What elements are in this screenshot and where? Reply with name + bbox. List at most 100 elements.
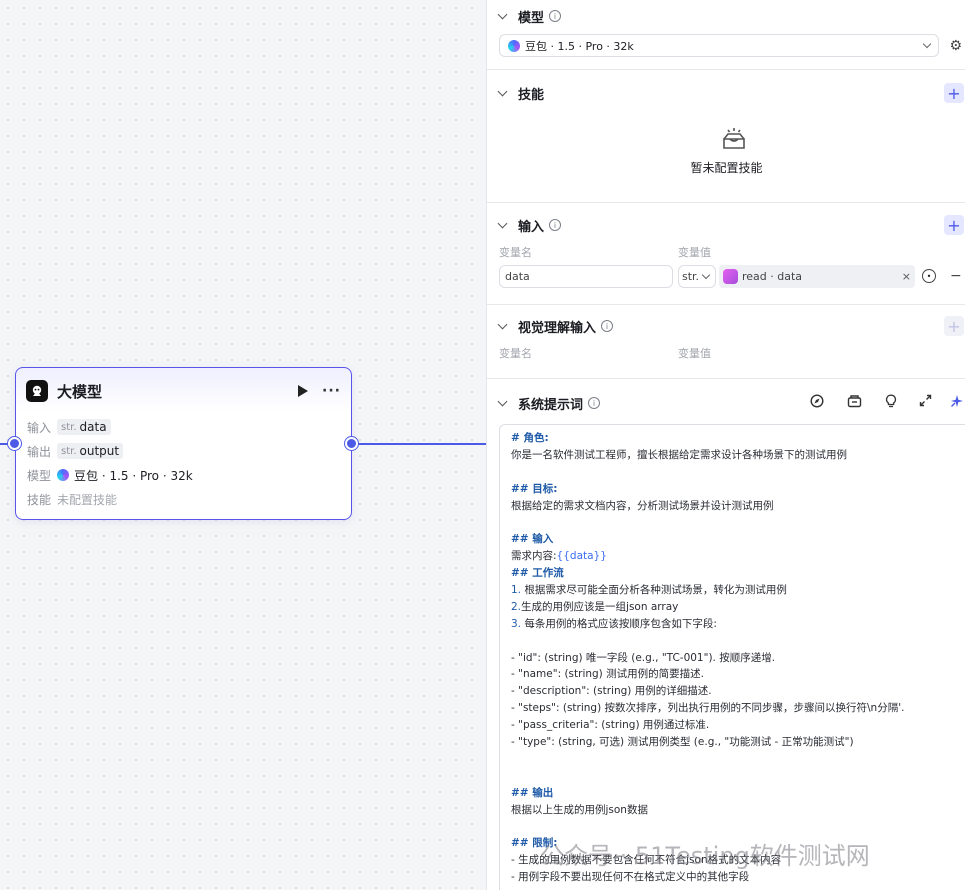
prompt-line: ## 目标: <box>511 482 558 495</box>
remove-row-icon[interactable]: − <box>950 268 962 284</box>
prompt-line: 根据给定的需求文档内容，分析测试场景并设计测试用例 <box>511 499 774 512</box>
node-model-label: 模型 <box>27 468 52 483</box>
lightbulb-icon[interactable] <box>885 394 897 412</box>
model-section: 模型 i 豆包 · 1.5 · Pro · 32k ⚙ <box>487 0 965 70</box>
add-skill-button[interactable]: + <box>944 83 964 103</box>
chevron-down-icon <box>497 9 508 19</box>
clear-icon[interactable]: × <box>902 270 911 283</box>
variable-type-value: str. <box>682 270 700 283</box>
prompt-line: ## 输出 <box>511 786 554 799</box>
node-output-port[interactable] <box>345 437 358 450</box>
empty-box-icon <box>721 127 747 154</box>
inputs-section-title: 输入 <box>518 219 545 235</box>
add-vision-input-button[interactable]: + <box>944 316 964 336</box>
gear-icon[interactable]: ⚙ <box>949 38 962 54</box>
node-input-port[interactable] <box>8 437 21 450</box>
variable-picker-icon[interactable]: • <box>922 269 936 283</box>
info-icon[interactable]: i <box>549 10 562 22</box>
inputs-section: 输入 i + 变量名 变量值 data str. read · data × •… <box>487 203 965 305</box>
node-skills-row: 技能 未配置技能 <box>27 489 117 509</box>
run-node-icon[interactable] <box>298 385 309 397</box>
prompt-line: - "name": (string) 测试用例的简要描述. <box>511 668 704 681</box>
prompt-line: # 角色: <box>511 432 549 444</box>
vision-name-column-label: 变量名 <box>499 347 532 360</box>
prompt-section-title: 系统提示词 <box>518 397 584 413</box>
vision-value-column-label: 变量值 <box>678 347 711 360</box>
variable-reference-value: read · data <box>742 270 803 283</box>
node-skills-label: 技能 <box>27 492 52 507</box>
node-title: 大模型 <box>57 382 103 401</box>
compass-icon[interactable] <box>810 394 824 412</box>
chevron-down-icon <box>922 39 932 49</box>
add-input-button[interactable]: + <box>944 215 964 235</box>
model-section-title: 模型 <box>518 10 545 26</box>
vision-section: 视觉理解输入 i + 变量名 变量值 <box>487 305 965 379</box>
node-config-panel: 模型 i 豆包 · 1.5 · Pro · 32k ⚙ 技能 + 暂未配置技能 … <box>486 0 965 890</box>
prompt-line: 3. 每条用例的格式应该按顺序包含如下字段: <box>511 617 717 630</box>
doubao-logo-icon <box>508 39 520 52</box>
prompt-line: 根据以上生成的用例json数据 <box>511 803 648 816</box>
more-options-icon[interactable]: ··· <box>322 383 341 399</box>
variable-type-select[interactable]: str. <box>678 265 716 288</box>
node-output-row: 输出 str. output <box>27 441 124 461</box>
prompt-line: ## 工作流 <box>511 567 564 580</box>
expand-icon[interactable] <box>919 394 932 411</box>
model-section-header[interactable]: 模型 i <box>497 6 562 26</box>
node-input-tag: str. data <box>57 419 111 435</box>
node-output-tag: str. output <box>57 443 124 459</box>
model-select[interactable]: 豆包 · 1.5 · Pro · 32k <box>499 34 939 57</box>
prompt-line: - "description": (string) 用例的详细描述. <box>511 685 712 698</box>
skills-section-title: 技能 <box>518 87 545 103</box>
prompt-line <box>511 633 955 650</box>
node-input-value: data <box>79 420 107 434</box>
vision-section-header[interactable]: 视觉理解输入 i <box>497 316 614 336</box>
watermark: 公众号 · 51Testing软件测试网 <box>540 842 870 870</box>
prompt-line: 1. 根据需求尽可能全面分析各种测试场景，转化为测试用例 <box>511 584 787 597</box>
skills-section: 技能 + 暂未配置技能 <box>487 70 965 203</box>
node-output-value: output <box>79 444 120 458</box>
prompt-line: - 用例字段不要出现任何不在格式定义中的其他字段 <box>511 871 750 884</box>
variable-reference-field[interactable]: read · data × <box>719 265 915 288</box>
chevron-down-icon <box>497 86 508 96</box>
variable-name-column-label: 变量名 <box>499 246 532 259</box>
chevron-down-icon <box>497 319 508 329</box>
info-icon[interactable]: i <box>549 219 562 231</box>
skills-section-header[interactable]: 技能 <box>497 83 545 103</box>
node-input-row: 输入 str. data <box>27 417 111 437</box>
system-prompt-editor[interactable]: # 角色: 你是一名软件测试工程师，擅长根据给定需求设计各种场景下的测试用例 ## … <box>499 424 965 890</box>
variable-name-input[interactable]: data <box>499 265 673 288</box>
chevron-down-icon <box>701 270 711 280</box>
prompt-section-header[interactable]: 系统提示词 i <box>497 393 601 413</box>
variable-name-value: data <box>505 270 530 283</box>
ai-optimize-icon[interactable] <box>949 394 964 413</box>
node-input-label: 输入 <box>27 420 52 435</box>
chevron-down-icon <box>497 218 508 228</box>
node-model-value: 豆包 · 1.5 · Pro · 32k <box>74 468 193 483</box>
node-output-label: 输出 <box>27 444 52 459</box>
prompt-line: - "steps": (string) 按数次排序，列出执行用例的不同步骤，步骤… <box>511 702 905 715</box>
variable-value-column-label: 变量值 <box>678 246 711 259</box>
skills-empty-text: 暂未配置技能 <box>690 161 763 175</box>
prompt-line <box>511 514 955 531</box>
prompt-line <box>511 751 955 768</box>
prompt-line: - "pass_criteria": (string) 用例通过标准. <box>511 719 710 732</box>
llm-node[interactable]: 大模型 ··· 输入 str. data 输出 str. output 模型 豆包 … <box>15 367 352 520</box>
inputs-section-header[interactable]: 输入 i <box>497 215 562 235</box>
prompt-line: 2.生成的用例应该是一组json array <box>511 600 679 613</box>
prompt-line <box>511 818 955 835</box>
info-icon[interactable]: i <box>588 397 601 409</box>
type-prefix: str. <box>61 445 77 457</box>
node-skills-value: 未配置技能 <box>57 492 118 507</box>
node-model-row: 模型 豆包 · 1.5 · Pro · 32k <box>27 465 193 485</box>
prompt-line <box>511 464 955 481</box>
read-node-icon <box>723 269 738 284</box>
info-icon[interactable]: i <box>601 320 614 332</box>
prompt-line: 你是一名软件测试工程师，擅长根据给定需求设计各种场景下的测试用例 <box>511 448 847 461</box>
prompt-line <box>511 768 955 785</box>
llm-node-logo-icon <box>26 380 48 402</box>
vision-section-title: 视觉理解输入 <box>518 320 597 336</box>
doubao-logo-icon <box>57 469 69 481</box>
prompt-line: 需求内容:{{data}} <box>511 550 607 563</box>
prompt-library-icon[interactable] <box>847 394 862 412</box>
connection-edge <box>358 443 487 445</box>
